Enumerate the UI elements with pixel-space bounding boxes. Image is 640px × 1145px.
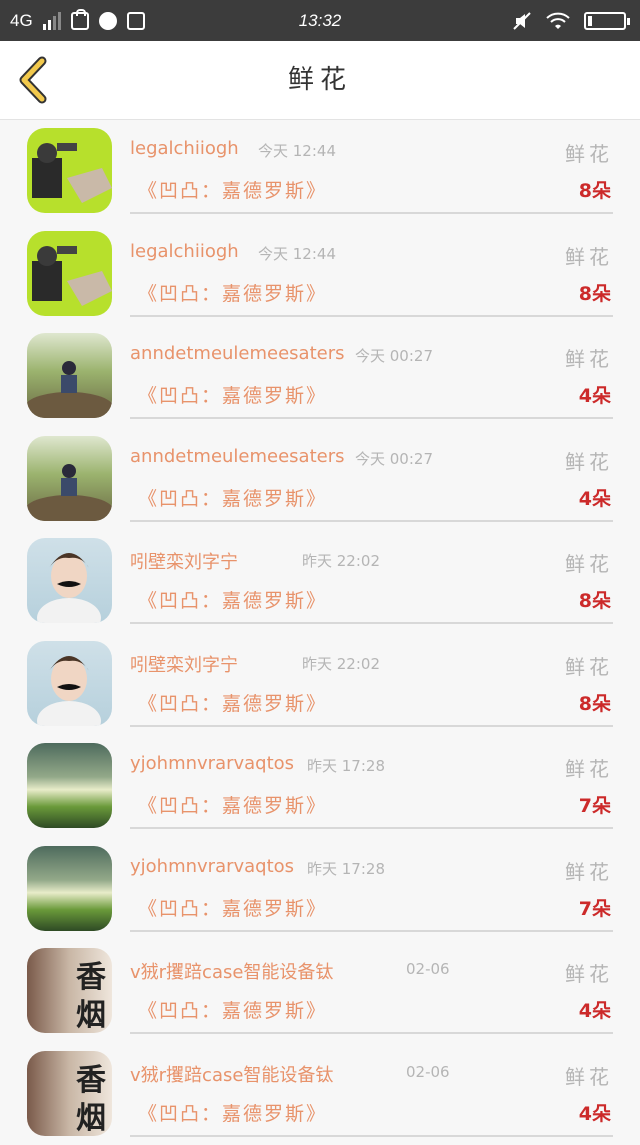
list-item[interactable]: anndetmeulemeesaters 今天 00:27 鲜花 《凹凸：嘉德罗… — [0, 428, 640, 531]
timestamp: 昨天 17:28 — [307, 858, 385, 879]
flower-count: 8朵 — [579, 279, 611, 306]
flower-count: 8朵 — [579, 176, 611, 203]
mute-icon — [512, 11, 532, 31]
work-title[interactable]: 《凹凸：嘉德罗斯》 — [138, 996, 327, 1023]
flower-record-list: legalchiiogh 今天 12:44 鲜花 《凹凸：嘉德罗斯》 8朵 le… — [0, 120, 640, 1145]
flower-count: 8朵 — [579, 689, 611, 716]
record-info: yjohmnvrarvaqtos 昨天 17:28 鲜花 《凹凸：嘉德罗斯》 7… — [130, 735, 613, 829]
username: 吲壁栾刘字宁 — [130, 651, 238, 677]
gift-type: 鲜花 — [565, 343, 613, 372]
work-title[interactable]: 《凹凸：嘉德罗斯》 — [138, 791, 327, 818]
avatar[interactable]: 香 烟 — [27, 948, 112, 1033]
list-item[interactable]: 香 烟 v狨r攫踣case智能设备钛 02-06 鲜花 《凹凸：嘉德罗斯》 4朵 — [0, 940, 640, 1043]
username: anndetmeulemeesaters — [130, 446, 345, 467]
record-info: legalchiiogh 今天 12:44 鲜花 《凹凸：嘉德罗斯》 8朵 — [130, 223, 613, 317]
work-title[interactable]: 《凹凸：嘉德罗斯》 — [138, 586, 327, 613]
record-info: anndetmeulemeesaters 今天 00:27 鲜花 《凹凸：嘉德罗… — [130, 428, 613, 522]
username: 吲壁栾刘字宁 — [130, 548, 238, 574]
list-item[interactable]: anndetmeulemeesaters 今天 00:27 鲜花 《凹凸：嘉德罗… — [0, 325, 640, 428]
work-title[interactable]: 《凹凸：嘉德罗斯》 — [138, 689, 327, 716]
flower-count: 4朵 — [579, 381, 611, 408]
flower-count: 4朵 — [579, 484, 611, 511]
page-title: 鲜花 — [0, 41, 640, 119]
flower-count: 4朵 — [579, 996, 611, 1023]
avatar-text-2: 烟 — [76, 990, 106, 1033]
timestamp: 今天 00:27 — [355, 448, 433, 469]
work-title[interactable]: 《凹凸：嘉德罗斯》 — [138, 279, 327, 306]
work-title[interactable]: 《凹凸：嘉德罗斯》 — [138, 894, 327, 921]
flower-count: 4朵 — [579, 1099, 611, 1126]
record-info: legalchiiogh 今天 12:44 鲜花 《凹凸：嘉德罗斯》 8朵 — [130, 120, 613, 214]
timestamp: 02-06 — [406, 1063, 450, 1081]
avatar[interactable] — [27, 641, 112, 726]
status-right — [512, 0, 626, 41]
avatar-text-2: 烟 — [76, 1093, 106, 1136]
gift-type: 鲜花 — [565, 138, 613, 167]
flower-count: 7朵 — [579, 791, 611, 818]
avatar[interactable] — [27, 333, 112, 418]
gift-type: 鲜花 — [565, 958, 613, 987]
username: yjohmnvrarvaqtos — [130, 753, 294, 774]
work-title[interactable]: 《凹凸：嘉德罗斯》 — [138, 484, 327, 511]
record-info: yjohmnvrarvaqtos 昨天 17:28 鲜花 《凹凸：嘉德罗斯》 7… — [130, 838, 613, 932]
gift-type: 鲜花 — [565, 753, 613, 782]
timestamp: 昨天 17:28 — [307, 755, 385, 776]
avatar[interactable] — [27, 743, 112, 828]
list-item[interactable]: 吲壁栾刘字宁 昨天 22:02 鲜花 《凹凸：嘉德罗斯》 8朵 — [0, 530, 640, 633]
username: legalchiiogh — [130, 241, 239, 262]
battery-icon — [584, 12, 626, 30]
app-header: 鲜花 — [0, 41, 640, 120]
timestamp: 今天 12:44 — [258, 140, 336, 161]
avatar[interactable] — [27, 128, 112, 213]
timestamp: 02-06 — [406, 960, 450, 978]
work-title[interactable]: 《凹凸：嘉德罗斯》 — [138, 381, 327, 408]
timestamp: 今天 12:44 — [258, 243, 336, 264]
list-item[interactable]: 香 烟 v狨r攫踣case智能设备钛 02-06 鲜花 《凹凸：嘉德罗斯》 4朵 — [0, 1043, 640, 1145]
list-item[interactable]: yjohmnvrarvaqtos 昨天 17:28 鲜花 《凹凸：嘉德罗斯》 7… — [0, 735, 640, 838]
work-title[interactable]: 《凹凸：嘉德罗斯》 — [138, 1099, 327, 1126]
flower-count: 7朵 — [579, 894, 611, 921]
avatar[interactable] — [27, 436, 112, 521]
avatar[interactable]: 香 烟 — [27, 1051, 112, 1136]
wifi-icon — [546, 12, 570, 30]
work-title[interactable]: 《凹凸：嘉德罗斯》 — [138, 176, 327, 203]
list-item[interactable]: 吲壁栾刘字宁 昨天 22:02 鲜花 《凹凸：嘉德罗斯》 8朵 — [0, 633, 640, 736]
record-info: v狨r攫踣case智能设备钛 02-06 鲜花 《凹凸：嘉德罗斯》 4朵 — [130, 940, 613, 1034]
gift-type: 鲜花 — [565, 548, 613, 577]
username: v狨r攫踣case智能设备钛 — [130, 1061, 333, 1087]
gift-type: 鲜花 — [565, 651, 613, 680]
username: anndetmeulemeesaters — [130, 343, 345, 364]
username: yjohmnvrarvaqtos — [130, 856, 294, 877]
username: legalchiiogh — [130, 138, 239, 159]
list-item[interactable]: legalchiiogh 今天 12:44 鲜花 《凹凸：嘉德罗斯》 8朵 — [0, 120, 640, 223]
timestamp: 今天 00:27 — [355, 345, 433, 366]
list-item[interactable]: legalchiiogh 今天 12:44 鲜花 《凹凸：嘉德罗斯》 8朵 — [0, 223, 640, 326]
list-item[interactable]: yjohmnvrarvaqtos 昨天 17:28 鲜花 《凹凸：嘉德罗斯》 7… — [0, 838, 640, 941]
avatar[interactable] — [27, 538, 112, 623]
flower-count: 8朵 — [579, 586, 611, 613]
avatar[interactable] — [27, 846, 112, 931]
record-info: 吲壁栾刘字宁 昨天 22:02 鲜花 《凹凸：嘉德罗斯》 8朵 — [130, 530, 613, 624]
username: v狨r攫踣case智能设备钛 — [130, 958, 333, 984]
gift-type: 鲜花 — [565, 446, 613, 475]
record-info: anndetmeulemeesaters 今天 00:27 鲜花 《凹凸：嘉德罗… — [130, 325, 613, 419]
gift-type: 鲜花 — [565, 241, 613, 270]
timestamp: 昨天 22:02 — [302, 653, 380, 674]
record-info: v狨r攫踣case智能设备钛 02-06 鲜花 《凹凸：嘉德罗斯》 4朵 — [130, 1043, 613, 1137]
timestamp: 昨天 22:02 — [302, 550, 380, 571]
avatar[interactable] — [27, 231, 112, 316]
status-bar: 4G 13:32 — [0, 0, 640, 41]
record-info: 吲壁栾刘字宁 昨天 22:02 鲜花 《凹凸：嘉德罗斯》 8朵 — [130, 633, 613, 727]
gift-type: 鲜花 — [565, 856, 613, 885]
gift-type: 鲜花 — [565, 1061, 613, 1090]
